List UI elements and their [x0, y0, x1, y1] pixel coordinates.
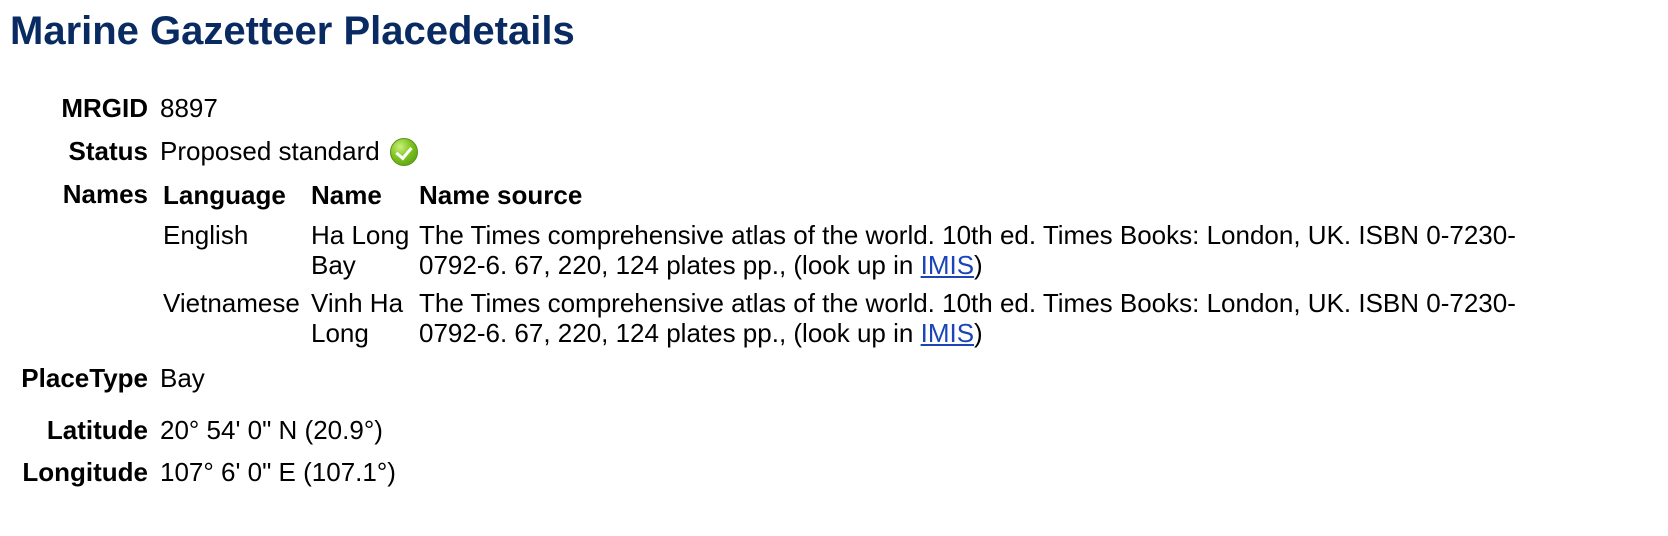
status-label: Status: [68, 136, 148, 166]
table-row: Vietnamese Vinh Ha Long The Times compre…: [163, 284, 1547, 352]
placetype-label: PlaceType: [21, 363, 148, 393]
page-title: Marine Gazetteer Placedetails: [10, 9, 575, 53]
cell-name-source: The Times comprehensive atlas of the wor…: [419, 216, 1547, 284]
header-name: Name: [311, 180, 382, 210]
names-label: Names: [62, 179, 148, 209]
cell-name: Ha Long Bay: [311, 220, 410, 280]
place-details-page: Marine Gazetteer Placedetails MRGID 8897…: [0, 0, 1668, 536]
longitude-label: Longitude: [22, 457, 148, 487]
longitude-value: 107° 6' 0" E (107.1°): [160, 457, 396, 487]
imis-link[interactable]: IMIS: [921, 250, 974, 280]
names-table-header-row: Language Name Name source: [163, 180, 1547, 216]
header-language: Language: [163, 180, 286, 210]
names-table: Language Name Name source English Ha Lon…: [163, 180, 1547, 352]
status-value: Proposed standard: [160, 136, 380, 166]
latitude-value: 20° 54' 0" N (20.9°): [160, 415, 383, 445]
cell-name-source: The Times comprehensive atlas of the wor…: [419, 284, 1547, 352]
cell-name: Vinh Ha Long: [311, 288, 404, 348]
status-value-wrapper: Proposed standard: [160, 135, 418, 167]
name-source-end: ): [974, 250, 983, 280]
cell-language: Vietnamese: [163, 288, 300, 318]
name-source-end: ): [974, 318, 983, 348]
imis-link[interactable]: IMIS: [921, 318, 974, 348]
table-row: English Ha Long Bay The Times comprehens…: [163, 216, 1547, 284]
mrgid-value: 8897: [160, 93, 218, 123]
placetype-value: Bay: [160, 363, 205, 393]
mrgid-label: MRGID: [61, 93, 148, 123]
cell-language: English: [163, 220, 249, 250]
check-circle-icon: [389, 138, 418, 166]
latitude-label: Latitude: [46, 415, 148, 445]
header-name-source: Name source: [419, 180, 583, 210]
